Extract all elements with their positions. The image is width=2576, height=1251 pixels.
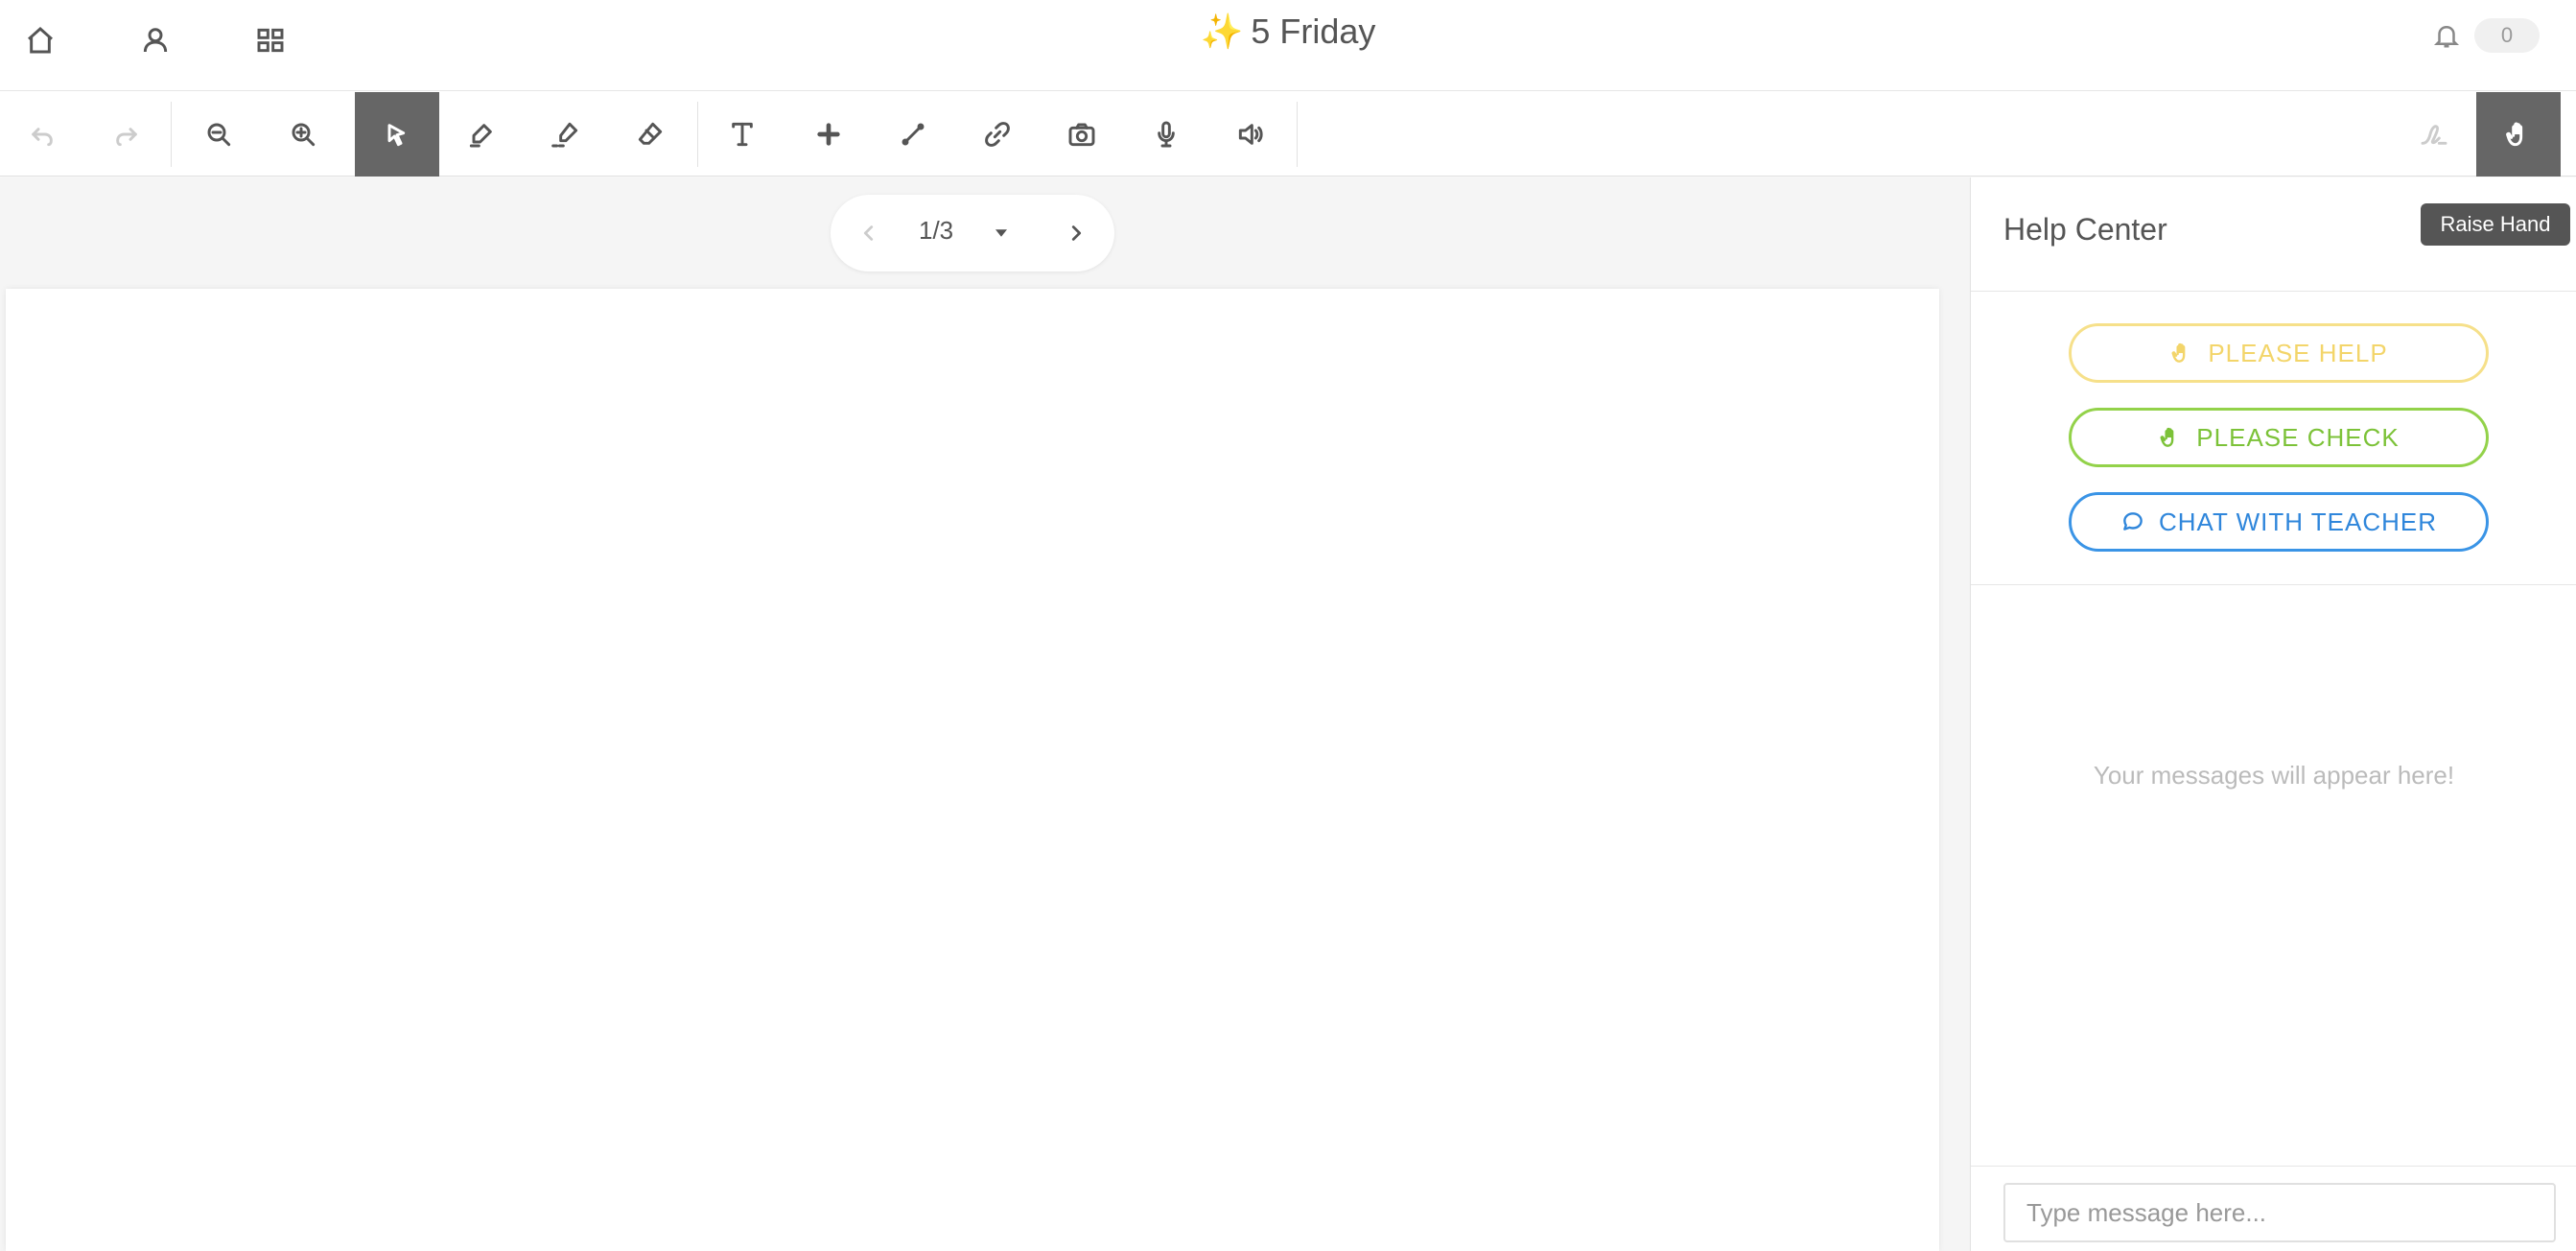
line-tool-button[interactable]	[871, 92, 955, 177]
select-tool-button[interactable]	[355, 92, 439, 177]
previous-page-button[interactable]	[850, 214, 888, 252]
toolbar-divider	[171, 102, 172, 167]
redo-icon	[116, 128, 137, 147]
text-icon	[732, 122, 753, 147]
canvas-area: 1/3	[0, 177, 1970, 1251]
signature-icon	[2421, 125, 2447, 145]
raise-hand-icon	[2506, 122, 2523, 147]
signature-button[interactable]	[2392, 92, 2476, 177]
speaker-icon	[1238, 124, 1263, 145]
line-icon	[902, 123, 925, 146]
next-page-button[interactable]	[1057, 214, 1095, 252]
help-center-panel: Help Center PLEASE HELP PLEASE CHECK CHA…	[1970, 177, 2576, 1251]
chat-bubble-icon	[2123, 512, 2143, 531]
empty-messages-text: Your messages will appear here!	[2093, 761, 2455, 790]
page-indicator: 1/3	[919, 216, 954, 245]
sparkle-icon: ✨	[1200, 12, 1244, 51]
text-tool-button[interactable]	[700, 92, 785, 177]
zoom-in-button[interactable]	[261, 92, 345, 177]
microphone-tool-button[interactable]	[1124, 92, 1208, 177]
highlighter-icon	[551, 122, 578, 148]
link-tool-button[interactable]	[955, 92, 1040, 177]
raise-hand-button[interactable]	[2476, 92, 2561, 177]
redo-button[interactable]	[84, 92, 169, 177]
page-title-text: 5 Friday	[1251, 12, 1376, 51]
page-navigator: 1/3	[831, 195, 1114, 271]
zoom-in-icon	[292, 123, 316, 147]
select-cursor-icon	[387, 124, 406, 147]
camera-icon	[1068, 123, 1095, 147]
undo-button[interactable]	[0, 92, 84, 177]
hand-icon	[2171, 342, 2186, 363]
worksheet-page[interactable]	[6, 289, 1939, 1251]
chat-with-teacher-button[interactable]: CHAT WITH TEACHER	[2069, 492, 2489, 552]
toolbar	[0, 92, 2576, 177]
hand-icon	[2160, 427, 2174, 447]
divider	[1971, 584, 2576, 585]
caret-down-icon	[995, 229, 1007, 237]
please-check-button[interactable]: PLEASE CHECK	[2069, 408, 2489, 467]
microphone-icon	[1158, 121, 1175, 148]
highlighter-tool-button[interactable]	[524, 92, 608, 177]
message-input[interactable]	[2003, 1183, 2556, 1242]
pen-tool-button[interactable]	[439, 92, 524, 177]
page-dropdown-button[interactable]	[986, 218, 1017, 248]
chat-with-teacher-label: CHAT WITH TEACHER	[2158, 507, 2437, 536]
divider	[1971, 1166, 2576, 1167]
bell-icon[interactable]	[2426, 15, 2467, 56]
plus-icon	[817, 123, 840, 146]
please-help-label: PLEASE HELP	[2208, 338, 2388, 367]
add-shape-button[interactable]	[786, 92, 871, 177]
eraser-icon	[638, 122, 663, 145]
chevron-left-icon	[863, 225, 874, 241]
top-header: ✨ 5 Friday 0	[0, 0, 2576, 91]
speaker-tool-button[interactable]	[1208, 92, 1293, 177]
toolbar-divider	[1297, 102, 1298, 167]
raise-hand-tooltip: Raise Hand	[2421, 203, 2570, 246]
divider	[1971, 291, 2576, 292]
please-help-button[interactable]: PLEASE HELP	[2069, 323, 2489, 383]
camera-tool-button[interactable]	[1040, 92, 1124, 177]
link-icon	[985, 122, 1010, 147]
home-icon[interactable]	[13, 13, 67, 67]
grid-icon[interactable]	[244, 13, 297, 67]
page-title: ✨ 5 Friday	[0, 12, 2576, 52]
pen-icon	[469, 124, 492, 148]
zoom-out-icon	[207, 123, 231, 147]
eraser-tool-button[interactable]	[608, 92, 692, 177]
zoom-out-button[interactable]	[176, 92, 261, 177]
toolbar-divider	[697, 102, 698, 167]
user-icon[interactable]	[129, 13, 182, 67]
undo-icon	[32, 128, 53, 147]
chevron-right-icon	[1071, 225, 1082, 241]
help-center-title: Help Center	[2003, 212, 2167, 247]
please-check-label: PLEASE CHECK	[2196, 422, 2400, 452]
notification-count-badge[interactable]: 0	[2474, 18, 2540, 53]
